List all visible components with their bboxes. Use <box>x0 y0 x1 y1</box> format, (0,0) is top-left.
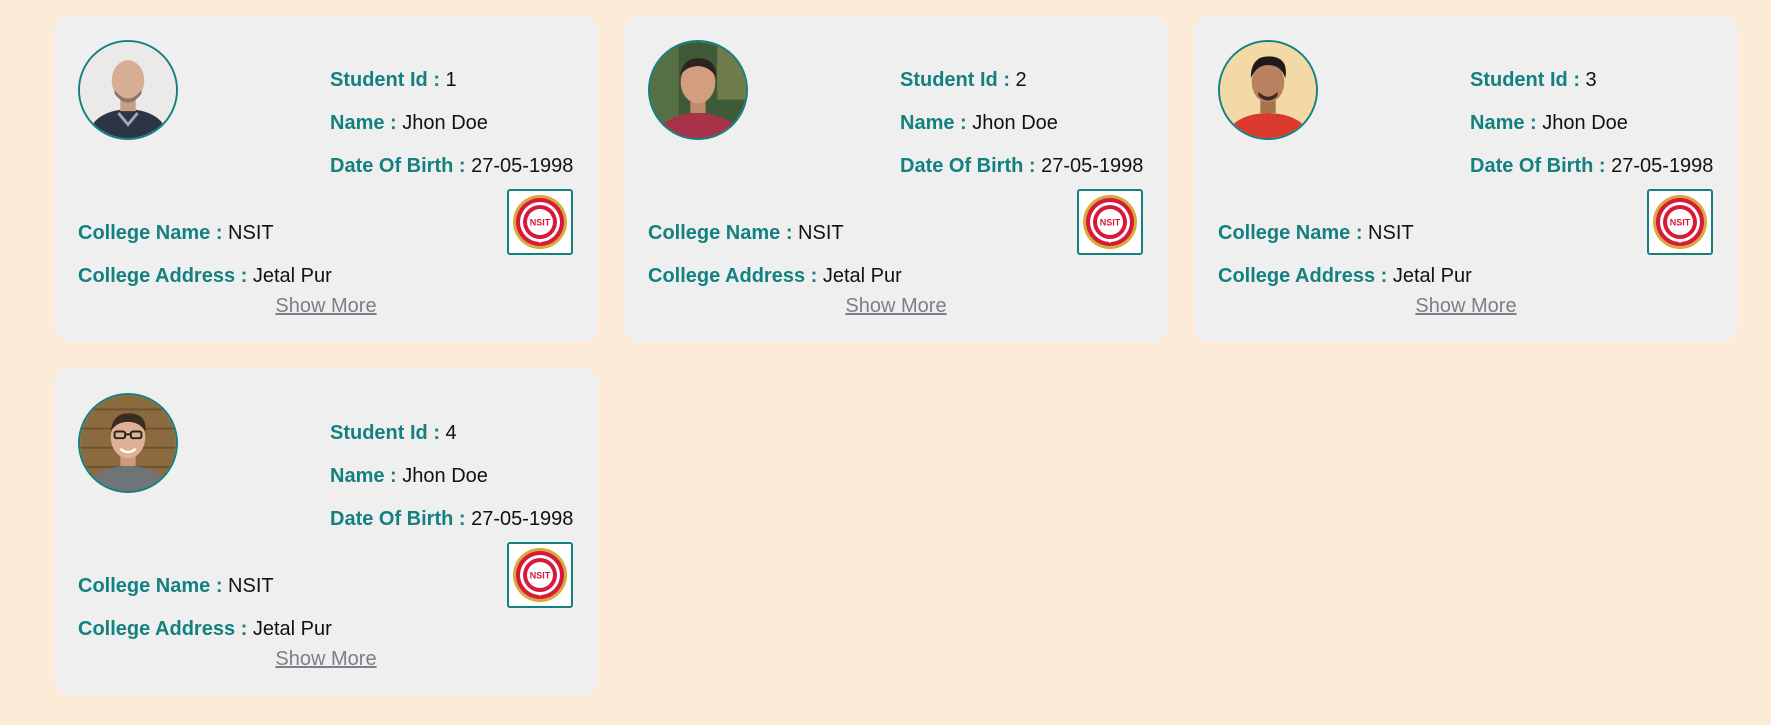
college-name-label: College Name : <box>78 222 223 244</box>
student-info: Student Id : 2 Name : Jhon Doe Date Of B… <box>900 59 1143 188</box>
dob-value: 27-05-1998 <box>1611 155 1714 177</box>
student-photo-icon <box>80 42 176 138</box>
name-value: Jhon Doe <box>402 465 488 487</box>
college-name-label: College Name : <box>648 222 793 244</box>
student-photo-icon <box>80 395 176 491</box>
college-info: College Name : NSIT College Address : Je… <box>648 212 902 298</box>
college-address-value: Jetal Pur <box>252 265 332 287</box>
name-label: Name : <box>330 112 397 134</box>
show-more-link[interactable]: Show More <box>54 295 598 318</box>
college-info: College Name : NSIT College Address : Je… <box>78 212 332 298</box>
student-id-label: Student Id : <box>1470 69 1580 91</box>
college-info: College Name : NSIT College Address : Je… <box>1218 212 1472 298</box>
dob-value: 27-05-1998 <box>471 508 574 530</box>
student-card: Student Id : 4 Name : Jhon Doe Date Of B… <box>54 368 598 695</box>
student-info: Student Id : 3 Name : Jhon Doe Date Of B… <box>1470 59 1713 188</box>
college-name-value: NSIT <box>228 222 274 244</box>
student-info: Student Id : 4 Name : Jhon Doe Date Of B… <box>330 412 573 541</box>
student-card: Student Id : 1 Name : Jhon Doe Date Of B… <box>54 15 598 342</box>
student-id-label: Student Id : <box>330 422 440 444</box>
college-logo: NSIT <box>507 189 573 255</box>
college-info: College Name : NSIT College Address : Je… <box>78 565 332 651</box>
college-address-value: Jetal Pur <box>252 618 332 640</box>
logo-text: NSIT <box>530 218 551 228</box>
dob-label: Date Of Birth : <box>330 155 466 177</box>
logo-text: NSIT <box>1670 218 1691 228</box>
college-address-value: Jetal Pur <box>1392 265 1472 287</box>
name-label: Name : <box>330 465 397 487</box>
dob-label: Date Of Birth : <box>1470 155 1606 177</box>
college-seal-icon: NSIT <box>1083 195 1137 249</box>
college-address-label: College Address : <box>1218 265 1388 287</box>
college-address-label: College Address : <box>78 618 248 640</box>
college-name-value: NSIT <box>798 222 844 244</box>
show-more-link[interactable]: Show More <box>54 648 598 671</box>
student-id-value: 3 <box>1585 69 1597 91</box>
logo-text: NSIT <box>1100 218 1121 228</box>
student-id-label: Student Id : <box>900 69 1010 91</box>
student-id-value: 1 <box>445 69 457 91</box>
student-avatar <box>78 40 178 140</box>
college-logo: NSIT <box>1647 189 1713 255</box>
name-value: Jhon Doe <box>402 112 488 134</box>
college-name-label: College Name : <box>1218 222 1363 244</box>
name-value: Jhon Doe <box>1542 112 1628 134</box>
name-label: Name : <box>1470 112 1537 134</box>
student-photo-icon <box>1220 42 1316 138</box>
student-avatar <box>648 40 748 140</box>
dob-value: 27-05-1998 <box>1041 155 1144 177</box>
college-address-value: Jetal Pur <box>822 265 902 287</box>
show-more-link[interactable]: Show More <box>1194 295 1738 318</box>
dob-label: Date Of Birth : <box>330 508 466 530</box>
college-seal-icon: NSIT <box>513 548 567 602</box>
student-photo-icon <box>650 42 746 138</box>
college-logo: NSIT <box>507 542 573 608</box>
college-seal-icon: NSIT <box>1653 195 1707 249</box>
student-id-value: 2 <box>1015 69 1027 91</box>
logo-text: NSIT <box>530 571 551 581</box>
dob-label: Date Of Birth : <box>900 155 1036 177</box>
college-seal-icon: NSIT <box>513 195 567 249</box>
college-name-label: College Name : <box>78 575 223 597</box>
student-id-value: 4 <box>445 422 457 444</box>
student-info: Student Id : 1 Name : Jhon Doe Date Of B… <box>330 59 573 188</box>
student-card: Student Id : 2 Name : Jhon Doe Date Of B… <box>624 15 1168 342</box>
student-avatar <box>1218 40 1318 140</box>
college-name-value: NSIT <box>1368 222 1414 244</box>
college-logo: NSIT <box>1077 189 1143 255</box>
show-more-link[interactable]: Show More <box>624 295 1168 318</box>
college-address-label: College Address : <box>648 265 818 287</box>
student-id-label: Student Id : <box>330 69 440 91</box>
student-card-grid: Student Id : 1 Name : Jhon Doe Date Of B… <box>54 15 1738 695</box>
college-name-value: NSIT <box>228 575 274 597</box>
student-avatar <box>78 393 178 493</box>
name-label: Name : <box>900 112 967 134</box>
name-value: Jhon Doe <box>972 112 1058 134</box>
dob-value: 27-05-1998 <box>471 155 574 177</box>
student-card: Student Id : 3 Name : Jhon Doe Date Of B… <box>1194 15 1738 342</box>
college-address-label: College Address : <box>78 265 248 287</box>
